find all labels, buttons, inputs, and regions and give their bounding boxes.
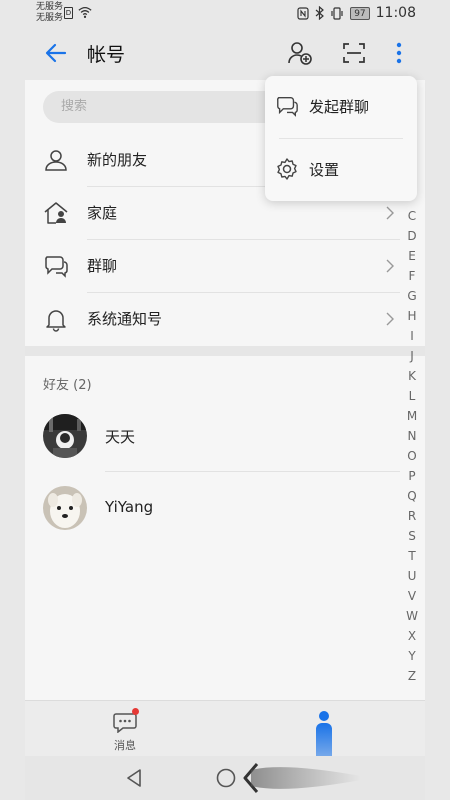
alpha-letter[interactable]: C: [403, 206, 421, 226]
alpha-letter[interactable]: X: [403, 626, 421, 646]
carrier-line-1: 无服务: [36, 2, 64, 12]
more-vertical-icon[interactable]: [393, 39, 405, 67]
alpha-letter[interactable]: Z: [403, 666, 421, 686]
chat-bubbles-icon: [45, 256, 68, 278]
wifi-icon: [78, 6, 92, 18]
page-title: 帐号: [87, 44, 126, 66]
carrier-status: 无服务 无服务: [36, 2, 63, 24]
alpha-letter[interactable]: Y: [403, 646, 421, 666]
vibrate-icon: [331, 6, 343, 20]
menu-item-label: 发起群聊: [309, 98, 370, 116]
entry-label: 新的朋友: [87, 151, 148, 169]
entry-label: 家庭: [87, 204, 118, 222]
friend-row[interactable]: 天天: [25, 400, 425, 472]
alpha-letter[interactable]: D: [403, 226, 421, 246]
alpha-letter[interactable]: P: [403, 466, 421, 486]
avatar: [43, 414, 87, 458]
friend-name: YiYang: [105, 498, 154, 516]
entry-group-chats[interactable]: 群聊: [25, 240, 425, 293]
bottom-tab-bar: 消息: [25, 700, 425, 791]
status-bar: 无服务 无服务 D 97 11:08: [0, 0, 450, 26]
bell-icon: [46, 310, 66, 332]
alpha-letter[interactable]: N: [403, 426, 421, 446]
person-add-icon[interactable]: [287, 40, 313, 66]
alpha-letter[interactable]: E: [403, 246, 421, 266]
nav-back-icon[interactable]: [125, 768, 143, 788]
alpha-letter[interactable]: W: [403, 606, 421, 626]
avatar: [43, 486, 87, 530]
entry-system-notifications[interactable]: 系统通知号: [25, 293, 425, 346]
alpha-letter[interactable]: J: [403, 346, 421, 366]
alpha-letter[interactable]: G: [403, 286, 421, 306]
menu-item-label: 设置: [309, 161, 340, 179]
overflow-menu: 发起群聊 设置: [265, 76, 417, 201]
alpha-letter[interactable]: O: [403, 446, 421, 466]
entry-label: 群聊: [87, 257, 118, 275]
section-separator: [25, 346, 425, 356]
friend-row[interactable]: YiYang: [25, 472, 425, 544]
app-window: 帐号 搜索 新的朋友 家庭 群聊 系统通知号 好友 (2) 天天 YiYang …: [25, 26, 425, 800]
clock: 11:08: [375, 5, 416, 21]
arrow-left-icon[interactable]: [43, 40, 69, 66]
friends-section-title: 好友 (2): [43, 378, 92, 393]
chevron-right-icon: [386, 259, 394, 273]
chevron-right-icon: [386, 312, 394, 326]
alpha-letter[interactable]: F: [403, 266, 421, 286]
chat-bubbles-icon: [277, 97, 298, 117]
bluetooth-icon: [315, 6, 325, 20]
search-placeholder: 搜索: [61, 99, 88, 114]
alpha-letter[interactable]: S: [403, 526, 421, 546]
alpha-letter[interactable]: K: [403, 366, 421, 386]
scan-icon[interactable]: [342, 41, 366, 65]
alpha-letter[interactable]: R: [403, 506, 421, 526]
app-bar: 帐号: [25, 26, 425, 80]
alpha-letter[interactable]: Q: [403, 486, 421, 506]
swipe-gesture-arrow-icon: [243, 763, 361, 793]
unread-dot: [132, 708, 139, 715]
nfc-icon: [297, 6, 309, 20]
alpha-letter[interactable]: I: [403, 326, 421, 346]
alpha-letter[interactable]: L: [403, 386, 421, 406]
alpha-letter[interactable]: M: [403, 406, 421, 426]
menu-item-start-group-chat[interactable]: 发起群聊: [265, 76, 417, 138]
nav-home-icon[interactable]: [215, 767, 237, 789]
chevron-right-icon: [386, 206, 394, 220]
alphabet-index[interactable]: C D E F G H I J K L M N O P Q R S T U V …: [403, 206, 421, 686]
friend-name: 天天: [105, 428, 136, 446]
gear-icon: [277, 158, 297, 180]
menu-item-settings[interactable]: 设置: [265, 139, 417, 201]
alpha-letter[interactable]: U: [403, 566, 421, 586]
battery-indicator: 97: [350, 6, 370, 20]
sim-icon: D: [64, 7, 73, 19]
carrier-line-2: 无服务: [36, 13, 64, 23]
alpha-letter[interactable]: T: [403, 546, 421, 566]
person-icon: [45, 150, 67, 171]
tab-messages-label: 消息: [114, 739, 136, 752]
entry-label: 系统通知号: [87, 310, 163, 328]
alpha-letter[interactable]: V: [403, 586, 421, 606]
tab-messages[interactable]: 消息: [105, 707, 145, 753]
system-nav-bar: [25, 756, 425, 800]
alpha-letter[interactable]: H: [403, 306, 421, 326]
home-person-icon: [44, 202, 68, 224]
